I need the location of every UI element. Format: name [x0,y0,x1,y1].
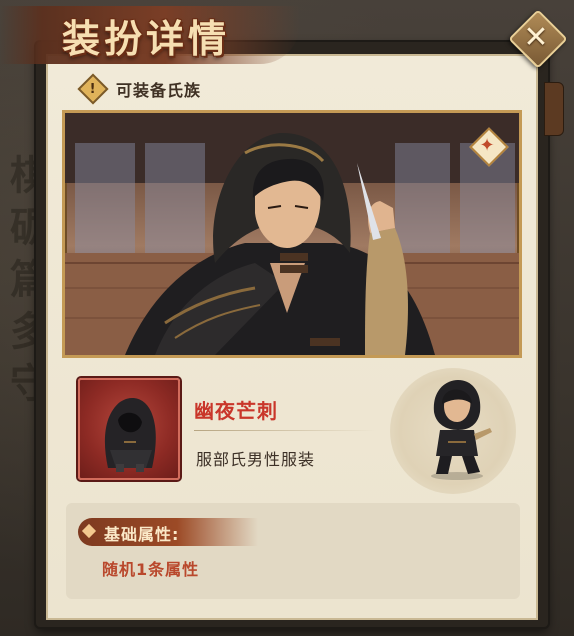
character-portrait [62,110,522,358]
shuriken-icon: ✦ [479,134,495,156]
portrait-illustration [65,113,519,355]
warning-icon: ! [77,73,109,105]
clan-row: ! 可装备氏族 [77,73,202,105]
costume-icon[interactable] [78,378,180,480]
attributes-value: 随机1条属性 [102,560,200,579]
dialog-title: 装扮详情 [62,16,231,61]
close-icon: ✕ [523,19,549,55]
clan-label: 可装备氏族 [116,81,202,100]
costume-name: 幽夜芒刺 [194,399,278,423]
attributes-header: 基础属性: [104,525,180,544]
chibi-character-preview [431,380,492,480]
divider [194,430,376,431]
close-button[interactable]: ✕ [508,9,568,69]
portrait-badge[interactable]: ✦ [469,127,509,167]
side-tab [544,82,564,136]
hooded-ninja-costume-icon [104,398,156,472]
costume-description: 服部氏男性服装 [196,450,316,469]
